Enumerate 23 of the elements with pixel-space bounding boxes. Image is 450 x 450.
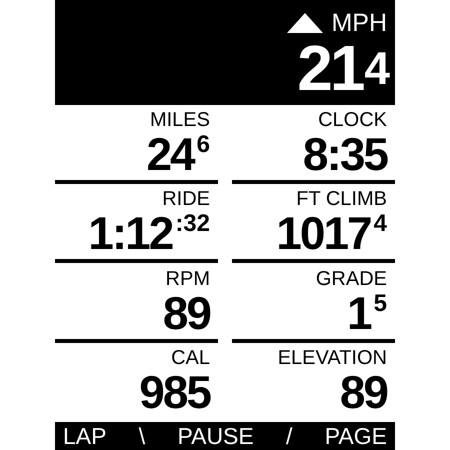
field-value: 89	[162, 290, 212, 336]
field-label: GRADE	[316, 268, 388, 290]
field-label: RPM	[166, 268, 211, 290]
field-value: 1:12$^{:32}$	[88, 210, 211, 262]
field-value: 89	[340, 368, 388, 415]
soft-key[interactable]: PAGE	[324, 423, 387, 449]
speed-label: MPH	[331, 10, 387, 36]
up-triangle-icon	[287, 13, 324, 33]
key-separator: /	[286, 423, 292, 449]
field-label: CAL	[171, 346, 211, 369]
field-label: ELEVATION	[278, 346, 388, 369]
field-label: FT CLIMB	[296, 188, 388, 210]
field-label: MILES	[150, 109, 211, 131]
field-value: 24$^{6}$	[146, 131, 211, 182]
field-label: CLOCK	[318, 109, 388, 131]
field-value: 1017$^{4}$	[276, 210, 388, 262]
field-value: 1$^{5}$	[347, 290, 388, 340]
soft-key[interactable]: PAUSE	[177, 423, 254, 449]
field-label: RIDE	[162, 188, 211, 210]
field-value: 8:35	[302, 131, 388, 177]
key-separator: \	[138, 423, 146, 449]
soft-key[interactable]: LAP	[63, 423, 106, 449]
field-value: 985	[139, 368, 212, 415]
